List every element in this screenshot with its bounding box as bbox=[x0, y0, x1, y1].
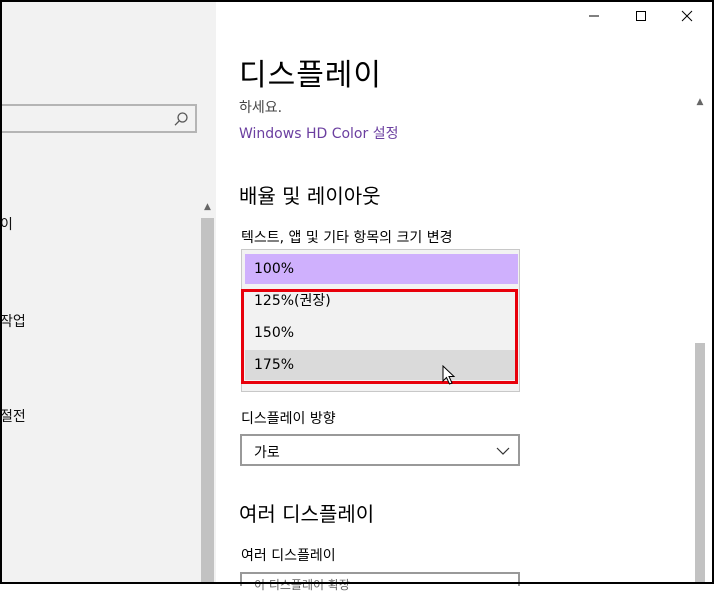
nav-item-display[interactable]: 이 bbox=[0, 214, 13, 234]
orientation-label: 디스플레이 방향 bbox=[241, 411, 336, 427]
right-scrollbar-thumb[interactable] bbox=[695, 343, 705, 584]
nav-item-multitasking[interactable]: 작업 bbox=[0, 311, 26, 331]
scale-label: 텍스트, 앱 및 기타 항목의 크기 변경 bbox=[241, 230, 453, 246]
chevron-down-icon bbox=[496, 447, 510, 455]
left-scrollbar-thumb[interactable] bbox=[201, 218, 214, 584]
nav-item-power-sleep[interactable]: 절전 bbox=[0, 406, 26, 426]
clipped-description: 하세요. bbox=[239, 100, 283, 116]
hd-color-settings-link[interactable]: Windows HD Color 설정 bbox=[239, 123, 398, 143]
maximize-button[interactable] bbox=[618, 0, 664, 32]
search-input[interactable] bbox=[0, 104, 197, 133]
page-title: 디스플레이 bbox=[239, 58, 382, 93]
mouse-cursor-icon bbox=[442, 365, 456, 385]
minimize-button[interactable] bbox=[571, 0, 617, 32]
minimize-icon bbox=[589, 15, 599, 17]
maximize-icon bbox=[636, 11, 646, 21]
multi-display-value: 이 디스플레이 확장 bbox=[254, 578, 350, 592]
left-nav-pane: 이 작업 절전 ▲ bbox=[0, 0, 216, 584]
left-scrollbar[interactable]: ▲ bbox=[200, 198, 215, 584]
scale-layout-heading: 배율 및 레이아웃 bbox=[239, 184, 381, 208]
search-icon[interactable] bbox=[173, 111, 189, 127]
red-highlight-annotation bbox=[241, 289, 518, 384]
multi-display-heading: 여러 디스플레이 bbox=[239, 502, 375, 526]
close-icon bbox=[681, 10, 693, 22]
close-button[interactable] bbox=[664, 0, 710, 32]
multi-display-label: 여러 디스플레이 bbox=[241, 548, 336, 564]
right-scrollbar[interactable]: ▲ bbox=[694, 95, 706, 584]
orientation-dropdown[interactable]: 가로 bbox=[240, 434, 520, 466]
title-bar bbox=[216, 0, 714, 32]
orientation-value: 가로 bbox=[254, 445, 280, 461]
scroll-up-arrow-icon[interactable]: ▲ bbox=[694, 95, 706, 109]
scroll-up-arrow-icon[interactable]: ▲ bbox=[200, 198, 215, 216]
scale-option-100[interactable]: 100% bbox=[245, 254, 518, 284]
